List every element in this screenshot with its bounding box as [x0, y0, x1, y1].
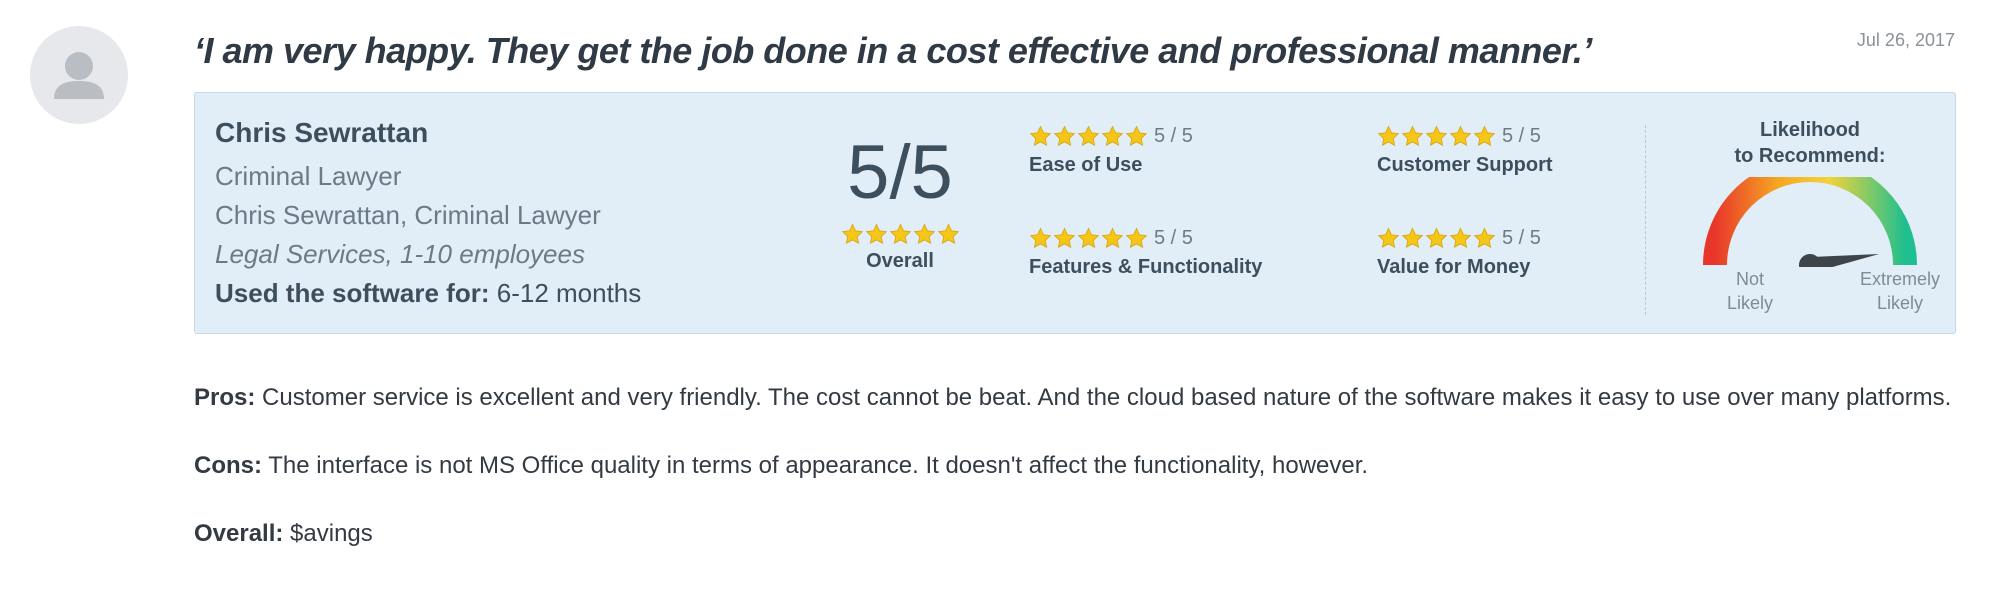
gauge-arc: [1703, 177, 1917, 266]
reviewer-name: Chris Sewrattan: [215, 117, 429, 148]
software-usage-value: 6-12 months: [496, 278, 642, 308]
overall-score: 5/5: [847, 130, 953, 215]
star-icon: [937, 223, 960, 246]
rating-features: 5 / 5 Features & Functionality: [1029, 227, 1262, 279]
gauge-needle: [1799, 254, 1880, 267]
review-date: Jul 26, 2017: [1856, 30, 1955, 50]
review-headline: ‘I am very happy. They get the job done …: [194, 30, 1592, 71]
software-usage-label: Used the software for:: [215, 278, 490, 308]
star-icon: [1125, 125, 1148, 148]
cons-section: Cons: The interface is not MS Office qua…: [194, 452, 1368, 480]
star-icon: [1449, 227, 1472, 250]
gauge-min-line2: Likely: [1726, 293, 1774, 313]
overall-rating: 5/5 Overall: [835, 133, 965, 273]
features-score: 5 / 5: [1154, 227, 1193, 249]
star-icon: [1449, 125, 1472, 148]
star-icon: [1377, 125, 1400, 148]
reviewer-info: Chris Sewrattan Criminal Lawyer Chris Se…: [215, 117, 641, 313]
software-usage: Used the software for: 6-12 months: [215, 274, 641, 313]
star-icon: [913, 223, 936, 246]
avatar: [30, 26, 128, 124]
likelihood-title-line2: to Recommend:: [1734, 145, 1886, 167]
likelihood-gauge: Not Likely Extremely Likely: [1675, 177, 1945, 313]
pros-section: Pros: Customer service is excellent and …: [194, 384, 1951, 412]
overall-comment-label: Overall:: [194, 520, 284, 547]
star-icon: [1425, 227, 1448, 250]
reviewer-industry: Legal Services, 1-10 employees: [215, 239, 585, 269]
value-label: Value for Money: [1377, 256, 1531, 278]
star-icon: [1473, 125, 1496, 148]
likelihood-title-line1: Likelihood: [1760, 119, 1860, 141]
customer-support-label: Customer Support: [1377, 154, 1553, 176]
ease-of-use-label: Ease of Use: [1029, 154, 1143, 176]
overall-section: Overall: $avings: [194, 520, 373, 548]
star-icon: [1473, 227, 1496, 250]
star-icon: [1077, 227, 1100, 250]
star-icon: [1101, 227, 1124, 250]
star-icon: [1053, 227, 1076, 250]
overall-label: Overall: [866, 250, 934, 272]
value-score: 5 / 5: [1502, 227, 1541, 249]
customer-support-stars: [1377, 125, 1496, 148]
features-label: Features & Functionality: [1029, 256, 1263, 278]
ease-of-use-stars: [1029, 125, 1148, 148]
star-icon: [1101, 125, 1124, 148]
value-stars: [1377, 227, 1496, 250]
star-icon: [1377, 227, 1400, 250]
gauge-max-label: Extremely Likely: [1845, 267, 1955, 315]
user-silhouette-icon: [54, 52, 104, 99]
gauge-max-line2: Likely: [1876, 293, 1924, 313]
overall-stars: [841, 223, 960, 246]
cons-text: The interface is not MS Office quality i…: [262, 452, 1369, 479]
rating-customer-support: 5 / 5 Customer Support: [1377, 125, 1553, 177]
review-summary-card: Chris Sewrattan Criminal Lawyer Chris Se…: [194, 92, 1956, 334]
star-icon: [1077, 125, 1100, 148]
pros-label: Pros:: [194, 384, 256, 411]
likelihood-to-recommend: Likelihood to Recommend: Not Likely Extr…: [1675, 117, 1945, 313]
reviewer-title: Criminal Lawyer: [215, 161, 402, 191]
star-icon: [1401, 227, 1424, 250]
gauge-min-label: Not Likely: [1710, 267, 1790, 315]
star-icon: [1053, 125, 1076, 148]
gauge-min-line1: Not: [1735, 269, 1764, 289]
gauge-max-line1: Extremely: [1859, 269, 1940, 289]
gauge-chart: [1703, 177, 1917, 267]
divider: [1645, 125, 1646, 315]
ease-of-use-score: 5 / 5: [1154, 125, 1193, 147]
pros-text: Customer service is excellent and very f…: [255, 384, 1952, 411]
overall-comment-text: $avings: [283, 520, 373, 547]
rating-ease-of-use: 5 / 5 Ease of Use: [1029, 125, 1193, 177]
customer-support-score: 5 / 5: [1502, 125, 1541, 147]
star-icon: [1425, 125, 1448, 148]
cons-label: Cons:: [194, 452, 262, 479]
star-icon: [1029, 227, 1052, 250]
star-icon: [1401, 125, 1424, 148]
star-icon: [1029, 125, 1052, 148]
features-stars: [1029, 227, 1148, 250]
reviewer-company: Chris Sewrattan, Criminal Lawyer: [215, 200, 601, 230]
star-icon: [865, 223, 888, 246]
star-icon: [889, 223, 912, 246]
rating-value-for-money: 5 / 5 Value for Money: [1377, 227, 1541, 279]
star-icon: [841, 223, 864, 246]
star-icon: [1125, 227, 1148, 250]
